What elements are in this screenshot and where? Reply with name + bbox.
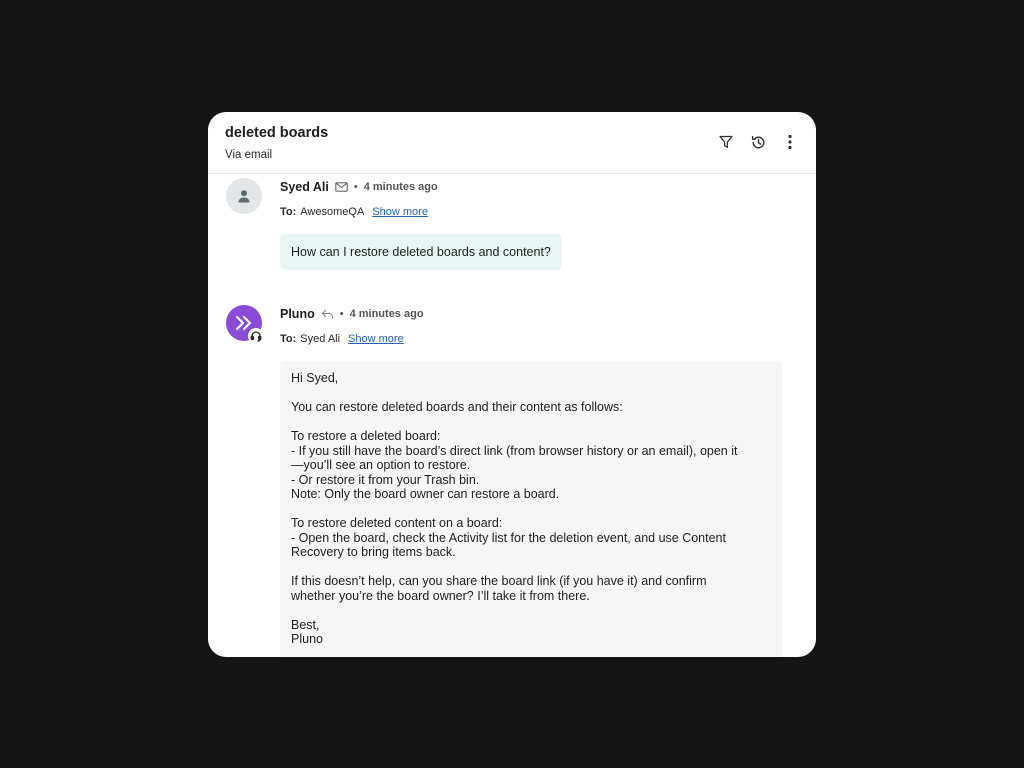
message-line: Pluno (291, 632, 323, 646)
message-time: 4 minutes ago (349, 308, 424, 320)
recipient-name: Syed Ali (300, 333, 341, 345)
message-line: You can restore deleted boards and their… (291, 400, 623, 414)
message-meta: Pluno • 4 minutes ago (280, 306, 424, 322)
recipient-name: AwesomeQA (300, 206, 365, 218)
ticket-panel: deleted boards Via email Syed Ali • 4 mi… (208, 112, 816, 657)
separator-dot: • (353, 181, 358, 193)
message-line: - Open the board, check the Activity lis… (291, 530, 726, 545)
message-line: If this doesn’t help, can you share the … (291, 574, 707, 588)
to-label: To: (280, 333, 297, 345)
envelope-icon (335, 182, 348, 192)
to-label: To: (280, 206, 297, 218)
reply-icon (321, 309, 334, 319)
show-more-link[interactable]: Show more (348, 333, 404, 345)
avatar (226, 178, 262, 214)
headset-icon (248, 328, 264, 344)
sender-name: Pluno (280, 307, 315, 321)
message-line: Best, (291, 617, 320, 632)
message-bubble: How can I restore deleted boards and con… (280, 234, 562, 270)
history-icon[interactable] (749, 133, 767, 151)
message-line: Note: Only the board owner can restore a… (291, 487, 560, 501)
ticket-channel: Via email (225, 149, 273, 161)
message-line: - If you still have the board’s direct l… (291, 443, 738, 458)
message-line: whether you’re the board owner? I’ll tak… (291, 588, 590, 603)
person-icon (238, 190, 250, 203)
message-line: Recovery to bring items back. (291, 545, 456, 559)
message-line: Hi Syed, (291, 371, 339, 385)
filter-icon[interactable] (717, 133, 735, 151)
recipient-row: To: AwesomeQA Show more (280, 205, 428, 219)
message-line: To restore a deleted board: (291, 429, 441, 443)
ticket-title: deleted boards (225, 125, 329, 141)
message-meta: Syed Ali • 4 minutes ago (280, 179, 438, 195)
sender-name: Syed Ali (280, 180, 329, 194)
message-line: —you’ll see an option to restore. (291, 458, 471, 472)
more-vertical-icon[interactable] (781, 133, 799, 151)
recipient-row: To: Syed Ali Show more (280, 332, 404, 346)
message-time: 4 minutes ago (363, 181, 438, 193)
message-bubble: Hi Syed, You can restore deleted boards … (280, 361, 782, 657)
message-line: To restore deleted content on a board: (291, 516, 503, 530)
separator-dot: • (339, 308, 344, 320)
ticket-header: deleted boards Via email (208, 112, 816, 174)
show-more-link[interactable]: Show more (372, 206, 428, 218)
message-line: - Or restore it from your Trash bin. (291, 472, 480, 487)
